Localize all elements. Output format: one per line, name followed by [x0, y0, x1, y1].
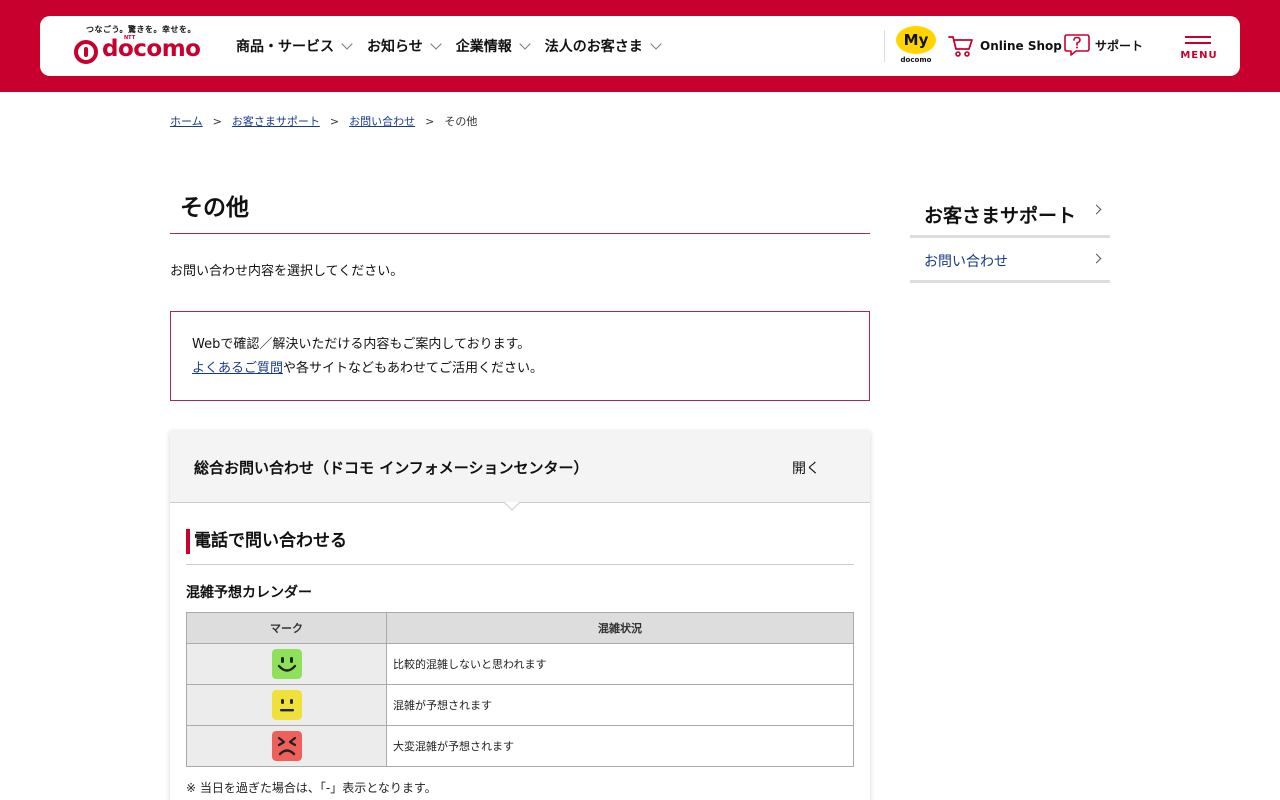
chevron-right-icon — [1091, 253, 1102, 264]
smile-face-icon — [271, 649, 302, 679]
breadcrumb-separator: > — [329, 114, 340, 128]
congestion-legend-table: マーク 混雑状況 比較的混雑しないと思われます 混雑が予想されます 大変混雑が予… — [186, 612, 854, 767]
notice-line-2: よくあるご質問や各サイトなどもあわせてご活用ください。 — [192, 357, 848, 381]
accordion-toggle[interactable]: 開く — [792, 458, 820, 478]
my-docomo-link[interactable]: My docomo — [894, 26, 938, 66]
breadcrumb-support[interactable]: お客さまサポート — [232, 113, 320, 129]
breadcrumb-current: その他 — [444, 115, 478, 128]
section-heading-bar — [186, 529, 190, 554]
site-header: つなごう。驚きを。幸せを。 docomo NTT 商品・サービス お知らせ 企業… — [40, 16, 1240, 76]
neutral-face-icon — [271, 690, 302, 720]
online-shop-link[interactable]: Online Shop — [948, 34, 1062, 58]
logo-mark — [74, 40, 98, 64]
breadcrumb: ホーム > お客さまサポート > お問い合わせ > その他 — [170, 113, 477, 129]
accordion-info-center: 総合お問い合わせ（ドコモ インフォメーションセンター） 開く 電話で問い合わせる… — [170, 431, 870, 800]
menu-button[interactable]: MENU — [1180, 34, 1218, 64]
my-docomo-icon: My — [896, 26, 936, 54]
nav-item-business[interactable]: 法人のお客さま — [544, 36, 662, 56]
breadcrumb-separator: > — [425, 114, 435, 128]
nav-item-label: 企業情報 — [455, 39, 512, 55]
nav-item-products[interactable]: 商品・サービス — [236, 36, 353, 56]
hamburger-icon — [1185, 42, 1211, 44]
support-link[interactable]: サポート — [1064, 33, 1143, 57]
nav-item-label: 法人のお客さま — [544, 39, 643, 55]
logo-wordmark: docomo — [102, 36, 201, 62]
sidebar: お客さまサポート お問い合わせ — [910, 190, 1110, 283]
status-cell: 混雑が予想されます — [386, 684, 854, 726]
support-label: サポート — [1095, 38, 1144, 53]
breadcrumb-contact[interactable]: お問い合わせ — [349, 113, 415, 129]
sidebar-item-support[interactable]: お客さまサポート — [910, 190, 1110, 238]
nav-item-corporate[interactable]: 企業情報 — [455, 36, 531, 56]
logo-tagline: つなごう。驚きを。幸せを。 — [86, 25, 197, 34]
mark-cell — [186, 684, 387, 726]
section-heading: 電話で問い合わせる — [186, 529, 854, 565]
nav-item-news[interactable]: お知らせ — [367, 36, 442, 56]
calendar-note: ※ 当日を過ぎた場合は、「-」表示となります。 — [186, 781, 437, 795]
table-header-mark: マーク — [186, 612, 387, 644]
page-title-text: その他 — [180, 195, 249, 221]
chevron-down-icon — [430, 37, 442, 50]
breadcrumb-separator: > — [212, 114, 222, 128]
nav-item-label: お知らせ — [367, 39, 423, 55]
table-row: 混雑が予想されます — [186, 684, 854, 726]
cart-icon — [948, 36, 973, 57]
chevron-down-icon — [341, 37, 353, 50]
chevron-right-icon — [1091, 204, 1102, 215]
table-row: 大変混雑が予想されます — [186, 725, 854, 767]
chevron-down-icon — [519, 37, 531, 50]
menu-label: MENU — [1180, 50, 1218, 61]
notice-line-2-text: や各サイトなどもあわせてご活用ください。 — [283, 361, 544, 376]
page-title: その他 — [170, 190, 870, 234]
notice-line-1: Webで確認／解決いただける内容もご案内しております。 — [192, 337, 531, 352]
question-icon — [1064, 34, 1090, 56]
lead-text: お問い合わせ内容を選択してください。 — [170, 264, 404, 279]
status-cell: 大変混雑が予想されます — [386, 725, 854, 767]
accordion-header[interactable]: 総合お問い合わせ（ドコモ インフォメーションセンター） 開く — [170, 431, 870, 511]
status-cell: 比較的混雑しないと思われます — [386, 643, 854, 685]
caret-down-icon — [504, 502, 520, 511]
notice-box: Webで確認／解決いただける内容もご案内しております。 よくあるご質問や各サイト… — [170, 311, 870, 401]
my-docomo-sub: docomo — [900, 56, 932, 64]
chevron-down-icon — [650, 37, 662, 50]
logo-ntt: NTT — [124, 35, 136, 41]
table-row: 比較的混雑しないと思われます — [186, 643, 854, 685]
calendar-title: 混雑予想カレンダー — [186, 585, 312, 601]
sidebar-link-label: お問い合わせ — [924, 254, 1008, 270]
breadcrumb-home[interactable]: ホーム — [170, 113, 203, 129]
section-heading-text: 電話で問い合わせる — [194, 531, 347, 551]
sidebar-item-contact[interactable]: お問い合わせ — [910, 238, 1110, 283]
mark-cell — [186, 643, 387, 685]
mark-cell — [186, 725, 387, 767]
sidebar-title: お客さまサポート — [924, 205, 1077, 227]
faq-link[interactable]: よくあるご質問 — [192, 361, 283, 376]
accordion-title: 総合お問い合わせ（ドコモ インフォメーションセンター） — [194, 459, 589, 477]
table-header-status: 混雑状況 — [386, 612, 854, 644]
header-divider — [884, 30, 885, 62]
distressed-face-icon — [271, 731, 302, 761]
table-header-row: マーク 混雑状況 — [186, 612, 854, 644]
global-nav: 商品・サービス お知らせ 企業情報 法人のお客さま — [236, 16, 676, 76]
docomo-logo[interactable]: つなごう。驚きを。幸せを。 docomo NTT — [74, 24, 204, 70]
hamburger-icon — [1185, 36, 1211, 38]
nav-item-label: 商品・サービス — [236, 39, 334, 55]
online-shop-label: Online Shop — [980, 39, 1062, 53]
